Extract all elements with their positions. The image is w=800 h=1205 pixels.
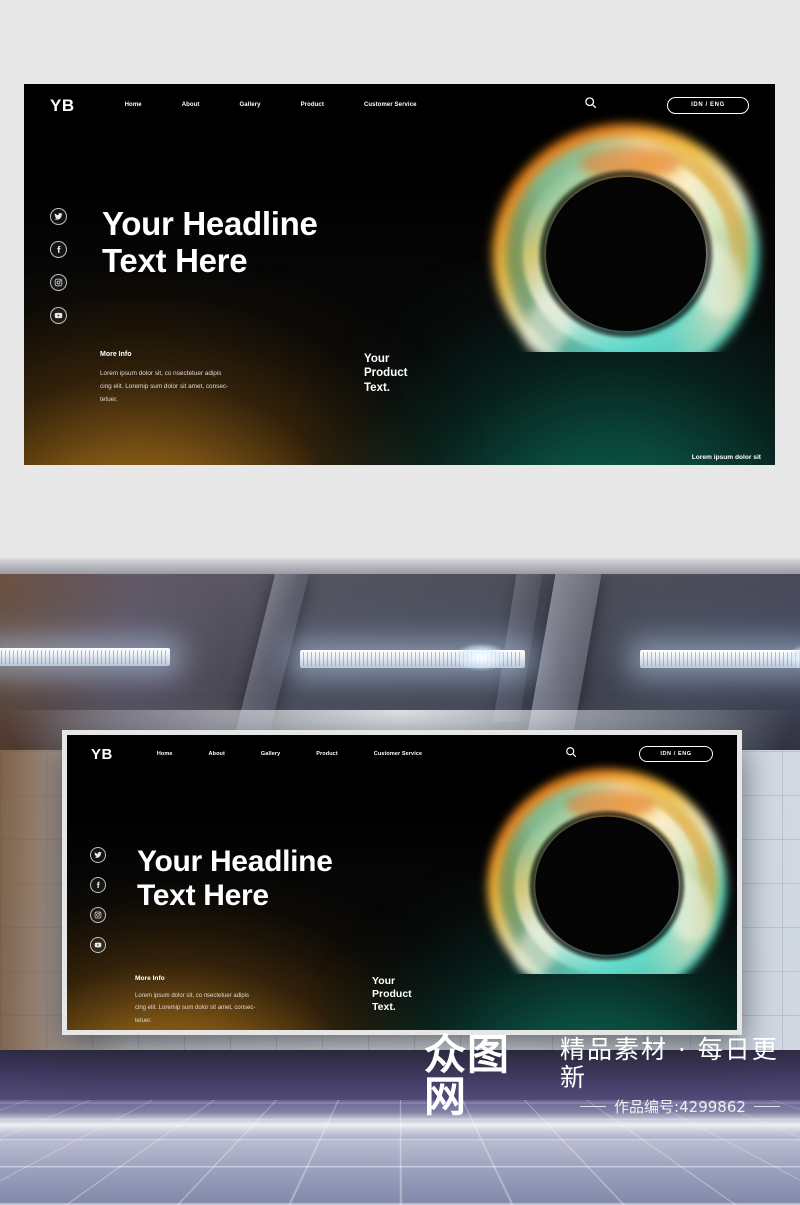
billboard-frame: YB Home About Gallery Product Customer S…: [62, 730, 742, 1035]
hero-banner-mockup: YB Home About Gallery Product Customer S…: [67, 735, 737, 1030]
product-text-line-1: Your: [364, 353, 390, 365]
more-info-line-2: cing elit. Loremip sum dolor sit amet, c…: [135, 1005, 256, 1012]
product-text-line-3: Text.: [372, 1001, 396, 1014]
navbar: YB Home About Gallery Product Customer S…: [67, 740, 737, 768]
nav-link-product[interactable]: Product: [301, 102, 324, 108]
language-toggle-button[interactable]: IDN / ENG: [667, 96, 749, 114]
social-links: [50, 208, 67, 324]
more-info-title: More Info: [135, 975, 165, 982]
nav-link-customer-service[interactable]: Customer Service: [374, 751, 422, 757]
youtube-icon[interactable]: [50, 307, 67, 324]
gradient-ring-graphic: [451, 749, 737, 974]
facebook-icon[interactable]: [50, 241, 67, 258]
watermark-text: 精品素材 · 每日更新 作品编号:4299862: [560, 1034, 800, 1117]
facebook-icon[interactable]: [90, 877, 106, 893]
product-text-block: Your Product Text.: [372, 975, 412, 1014]
more-info-block: More Info Lorem ipsum dolor sit, co nsec…: [135, 975, 335, 1027]
top-preview-section: YB Home About Gallery Product Customer S…: [0, 0, 800, 560]
headline-line-1: Your Headline: [102, 205, 318, 242]
ceiling-strip-light: [0, 648, 170, 666]
watermark-id-label: 作品编号:4299862: [614, 1098, 746, 1116]
watermark: 众图网 精品素材 · 每日更新 作品编号:4299862: [424, 1034, 800, 1118]
twitter-icon[interactable]: [50, 208, 67, 225]
nav-link-about[interactable]: About: [209, 751, 225, 757]
nav-link-home[interactable]: Home: [157, 751, 173, 757]
headline-line-2: Text Here: [137, 878, 269, 912]
product-text-line-2: Product: [372, 988, 412, 1001]
product-text-line-3: Text.: [364, 381, 390, 394]
nav-link-product[interactable]: Product: [316, 751, 337, 757]
watermark-id-row: 作品编号:4299862: [560, 1096, 800, 1117]
nav-links: Home About Gallery Product Customer Serv…: [125, 102, 417, 108]
brand-logo[interactable]: YB: [50, 97, 75, 114]
headline-line-2: Text Here: [102, 241, 248, 279]
page-title: Your Headline Text Here: [102, 205, 318, 280]
watermark-rule-left: [580, 1106, 607, 1107]
nav-link-home[interactable]: Home: [125, 102, 142, 108]
watermark-logo: 众图网: [424, 1030, 511, 1121]
more-info-body: Lorem ipsum dolor sit, co nsectetuer adi…: [135, 990, 335, 1027]
product-text-line-2: Product: [364, 367, 408, 380]
more-info-line-3: tetuer.: [100, 396, 118, 404]
page-title: Your Headline Text Here: [137, 845, 333, 912]
more-info-title: More Info: [100, 351, 132, 358]
instagram-icon[interactable]: [50, 274, 67, 291]
more-info-body: Lorem ipsum dolor sit, co nsectetuer adi…: [100, 367, 310, 406]
more-info-line-3: tetuer.: [135, 1017, 152, 1024]
nav-link-gallery[interactable]: Gallery: [240, 102, 261, 108]
brand-logo[interactable]: YB: [91, 747, 113, 762]
social-links: [90, 847, 106, 953]
more-info-line-1: Lorem ipsum dolor sit, co nsectetuer adi…: [135, 993, 250, 999]
nav-links: Home About Gallery Product Customer Serv…: [157, 751, 422, 757]
hero-banner-preview: YB Home About Gallery Product Customer S…: [24, 84, 775, 465]
nav-link-about[interactable]: About: [182, 102, 200, 108]
language-toggle-button[interactable]: IDN / ENG: [639, 746, 713, 762]
more-info-line-2: cing elit. Loremip sum dolor sit amet, c…: [100, 383, 229, 391]
headline-line-1: Your Headline: [137, 845, 333, 878]
search-icon[interactable]: [584, 96, 597, 114]
more-info-line-1: Lorem ipsum dolor sit, co nsectetuer adi…: [100, 370, 222, 377]
product-text-block: Your Product Text.: [364, 352, 407, 395]
ceiling-strip-light: [640, 650, 800, 668]
product-text-line-1: Your: [372, 975, 396, 987]
corner-caption: Lorem ipsum dolor sit: [691, 454, 761, 461]
watermark-rule-right: [753, 1106, 780, 1107]
navbar-right: IDN / ENG: [584, 96, 749, 114]
watermark-tagline: 精品素材 · 每日更新: [559, 1035, 779, 1092]
billboard-screen: YB Home About Gallery Product Customer S…: [67, 735, 737, 1030]
navbar: YB Home About Gallery Product Customer S…: [24, 90, 775, 120]
light-hotspot: [455, 644, 507, 670]
youtube-icon[interactable]: [90, 937, 106, 953]
nav-link-customer-service[interactable]: Customer Service: [364, 102, 417, 108]
twitter-icon[interactable]: [90, 847, 106, 863]
nav-link-gallery[interactable]: Gallery: [261, 751, 280, 757]
gradient-ring-graphic: [452, 102, 775, 352]
instagram-icon[interactable]: [90, 907, 106, 923]
more-info-block: More Info Lorem ipsum dolor sit, co nsec…: [100, 351, 310, 406]
navbar-right: IDN / ENG: [565, 745, 713, 763]
search-icon[interactable]: [565, 745, 577, 763]
